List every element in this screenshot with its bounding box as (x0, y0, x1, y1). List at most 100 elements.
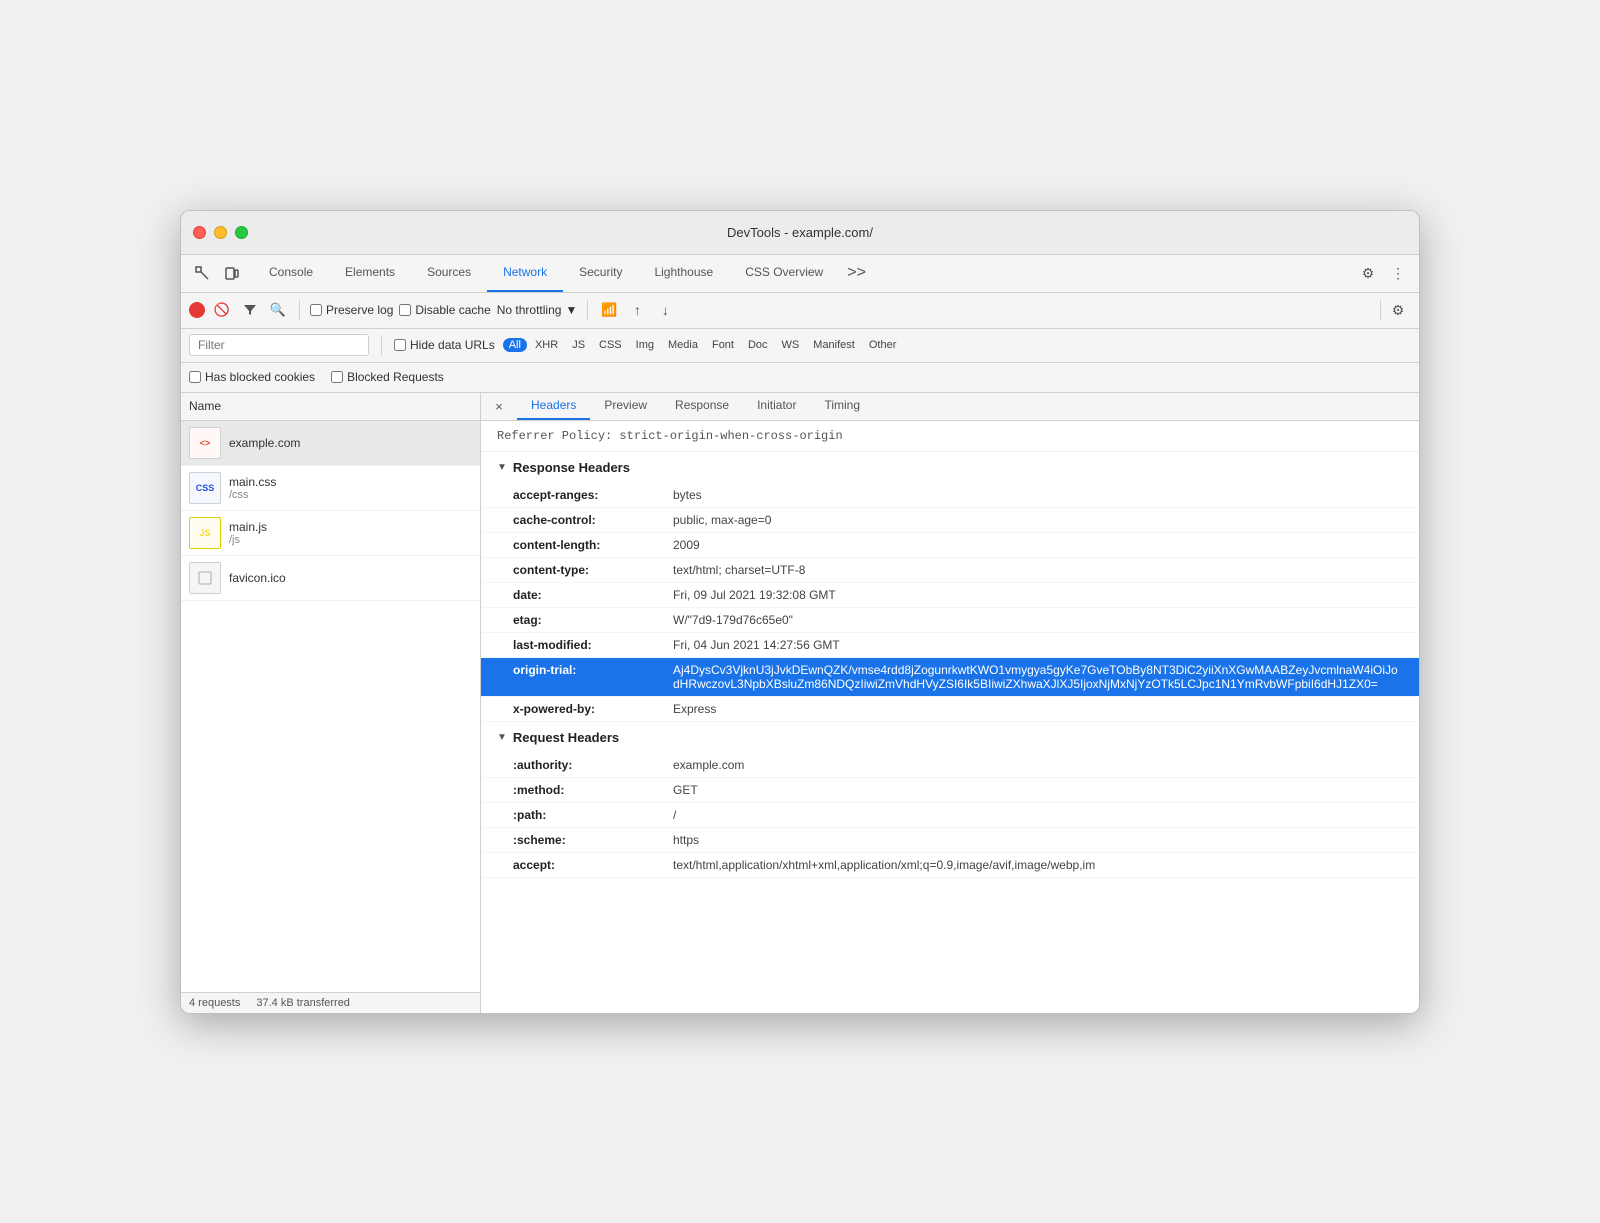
header-row-etag: etag: W/"7d9-179d76c65e0" (481, 608, 1419, 633)
filter-types: All XHR JS CSS Img Media Font Doc WS Man… (503, 338, 903, 352)
header-row-method: :method: GET (481, 778, 1419, 803)
status-bar: 4 requests 37.4 kB transferred (181, 992, 480, 1013)
filter-separator (381, 335, 382, 355)
download-icon[interactable]: ↓ (654, 299, 676, 321)
referrer-line: Referrer Policy: strict-origin-when-cros… (481, 421, 1419, 452)
filter-type-img[interactable]: Img (630, 338, 660, 352)
header-row-date: date: Fri, 09 Jul 2021 19:32:08 GMT (481, 583, 1419, 608)
collapse-arrow-icon: ▼ (497, 462, 507, 473)
file-icon-js: JS (189, 517, 221, 549)
tab-console[interactable]: Console (253, 255, 329, 292)
tab-network[interactable]: Network (487, 255, 563, 292)
tabs-right-icons: ⚙ ⋮ (1355, 260, 1411, 286)
separator-1 (299, 300, 300, 320)
separator-3 (1380, 300, 1381, 320)
tab-list: Console Elements Sources Network Securit… (253, 255, 874, 292)
file-item-js[interactable]: JS main.js /js (181, 511, 480, 556)
tab-security[interactable]: Security (563, 255, 638, 292)
hide-data-urls-checkbox[interactable]: Hide data URLs (394, 338, 495, 352)
window-title: DevTools - example.com/ (727, 225, 873, 240)
header-row-path: :path: / (481, 803, 1419, 828)
file-item-info: main.css /css (229, 475, 276, 501)
close-button[interactable] (193, 226, 206, 239)
collapse-arrow-2-icon: ▼ (497, 732, 507, 743)
blocked-requests-checkbox[interactable]: Blocked Requests (331, 370, 444, 384)
disable-cache-checkbox[interactable]: Disable cache (399, 303, 490, 317)
headers-tabs: × Headers Preview Response Initiator Tim… (481, 393, 1419, 421)
file-icon-html: <> (189, 427, 221, 459)
search-icon[interactable]: 🔍 (267, 299, 289, 321)
devtools-window: DevTools - example.com/ Console Elements… (180, 210, 1420, 1014)
wifi-icon[interactable]: 📶 (598, 299, 620, 321)
response-headers-section[interactable]: ▼ Response Headers (481, 452, 1419, 483)
file-item-info: example.com (229, 436, 300, 450)
file-icon-ico (189, 562, 221, 594)
preserve-log-checkbox[interactable]: Preserve log (310, 303, 393, 317)
tab-preview[interactable]: Preview (590, 393, 661, 420)
tab-response[interactable]: Response (661, 393, 743, 420)
header-row-accept-ranges: accept-ranges: bytes (481, 483, 1419, 508)
has-blocked-cookies-checkbox[interactable]: Has blocked cookies (189, 370, 315, 384)
headers-content: Referrer Policy: strict-origin-when-cros… (481, 421, 1419, 1013)
device-toolbar-button[interactable] (219, 260, 245, 286)
tab-initiator[interactable]: Initiator (743, 393, 810, 420)
tab-timing[interactable]: Timing (810, 393, 874, 420)
separator-2 (587, 300, 588, 320)
network-toolbar: 🚫 🔍 Preserve log Disable cache No thrott… (181, 293, 1419, 329)
main-content: Name <> example.com CSS (181, 393, 1419, 1013)
header-row-x-powered-by: x-powered-by: Express (481, 697, 1419, 722)
maximize-button[interactable] (235, 226, 248, 239)
settings-gear-icon[interactable]: ⚙ (1355, 260, 1381, 286)
filter-row: Hide data URLs All XHR JS CSS Img Media … (181, 329, 1419, 363)
file-list: <> example.com CSS main.css /css (181, 421, 480, 992)
window-controls (193, 226, 248, 239)
network-settings-icon[interactable]: ⚙ (1385, 297, 1411, 323)
header-row-authority: :authority: example.com (481, 753, 1419, 778)
filter-type-css[interactable]: CSS (593, 338, 628, 352)
filter-type-xhr[interactable]: XHR (529, 338, 564, 352)
header-row-scheme: :scheme: https (481, 828, 1419, 853)
filter-type-all[interactable]: All (503, 338, 527, 352)
toolbar-right: ⚙ (1376, 297, 1411, 323)
header-row-cache-control: cache-control: public, max-age=0 (481, 508, 1419, 533)
headers-panel: × Headers Preview Response Initiator Tim… (481, 393, 1419, 1013)
clear-button[interactable]: 🚫 (211, 299, 233, 321)
upload-icon[interactable]: ↑ (626, 299, 648, 321)
file-list-header: Name (181, 393, 480, 421)
more-options-icon[interactable]: ⋮ (1385, 260, 1411, 286)
tab-more-button[interactable]: >> (839, 255, 874, 292)
header-row-origin-trial: origin-trial: Aj4DysCv3VjknU3jJvkDEwnQZK… (481, 658, 1419, 697)
tab-sources[interactable]: Sources (411, 255, 487, 292)
request-headers-section[interactable]: ▼ Request Headers (481, 722, 1419, 753)
header-row-accept: accept: text/html,application/xhtml+xml,… (481, 853, 1419, 878)
filter-type-js[interactable]: JS (566, 338, 591, 352)
file-icon-css: CSS (189, 472, 221, 504)
header-row-last-modified: last-modified: Fri, 04 Jun 2021 14:27:56… (481, 633, 1419, 658)
tab-elements[interactable]: Elements (329, 255, 411, 292)
filter-type-media[interactable]: Media (662, 338, 704, 352)
devtools-left-icons (189, 260, 245, 286)
throttle-select[interactable]: No throttling ▼ (497, 303, 578, 317)
close-panel-button[interactable]: × (489, 396, 509, 416)
file-item-example[interactable]: <> example.com (181, 421, 480, 466)
devtools-tab-bar: Console Elements Sources Network Securit… (181, 255, 1419, 293)
filter-type-other[interactable]: Other (863, 338, 903, 352)
inspect-element-button[interactable] (189, 260, 215, 286)
record-button[interactable] (189, 302, 205, 318)
minimize-button[interactable] (214, 226, 227, 239)
filter-icon[interactable] (239, 299, 261, 321)
tab-lighthouse[interactable]: Lighthouse (638, 255, 729, 292)
header-row-content-type: content-type: text/html; charset=UTF-8 (481, 558, 1419, 583)
filter-type-font[interactable]: Font (706, 338, 740, 352)
filter-type-manifest[interactable]: Manifest (807, 338, 861, 352)
filter-type-ws[interactable]: WS (776, 338, 806, 352)
titlebar: DevTools - example.com/ (181, 211, 1419, 255)
header-row-content-length: content-length: 2009 (481, 533, 1419, 558)
file-list-panel: Name <> example.com CSS (181, 393, 481, 1013)
file-item-css[interactable]: CSS main.css /css (181, 466, 480, 511)
filter-input[interactable] (189, 334, 369, 356)
filter-type-doc[interactable]: Doc (742, 338, 774, 352)
tab-headers[interactable]: Headers (517, 393, 590, 420)
file-item-ico[interactable]: favicon.ico (181, 556, 480, 601)
tab-css-overview[interactable]: CSS Overview (729, 255, 839, 292)
